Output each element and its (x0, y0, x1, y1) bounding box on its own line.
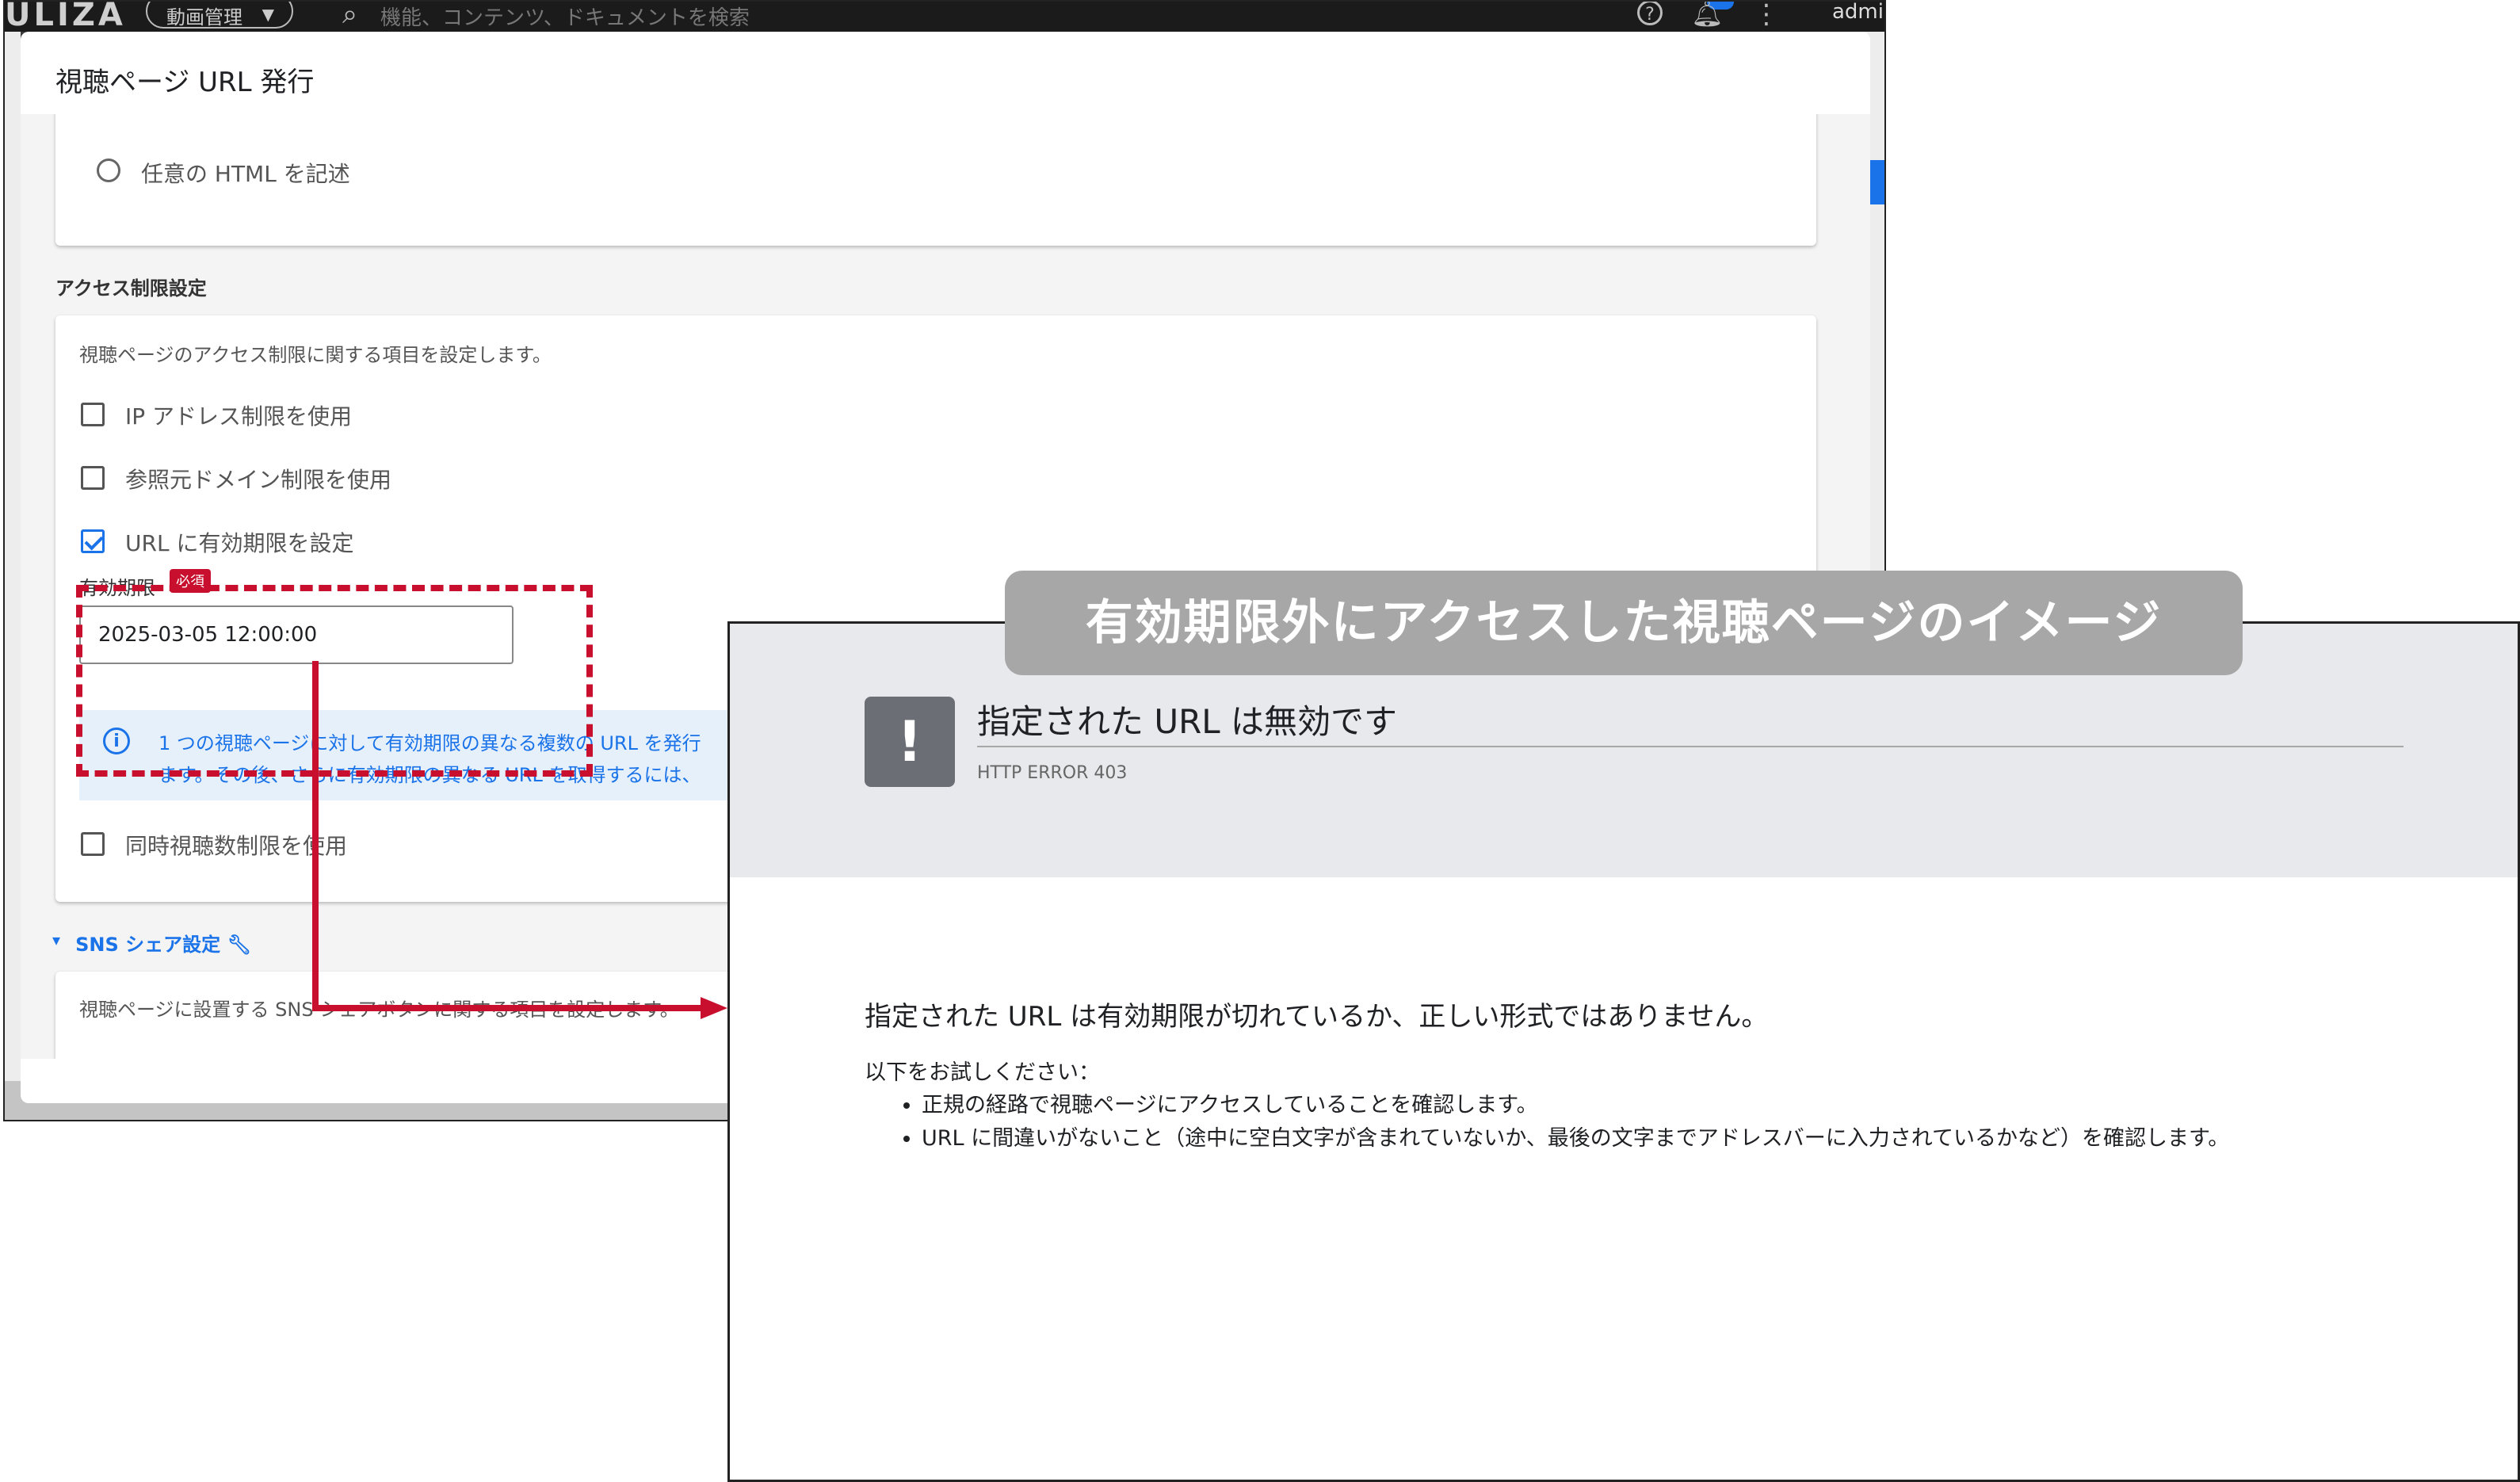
bell-icon[interactable]: 🔔︎ (1691, 2, 1724, 29)
error-page-preview: ! 指定された URL は無効です HTTP ERROR 403 指定された U… (727, 621, 2520, 1482)
uliza-logo: ULIZA (5, 0, 126, 33)
access-section-title: アクセス制限設定 (55, 277, 207, 300)
sns-section-toggle[interactable]: SNS シェア設定 🔧︎ (55, 929, 251, 957)
background-left-panel (5, 32, 21, 1120)
more-vert-icon[interactable]: ⋮ (1753, 2, 1780, 30)
user-menu[interactable]: admin (1832, 2, 1884, 24)
referer-restriction-label: 参照元ドメイン制限を使用 (125, 467, 392, 493)
concurrent-restriction-checkbox[interactable] (81, 832, 105, 856)
global-search-input[interactable]: 機能、コンテンツ、ドキュメントを検索 (380, 2, 750, 31)
highlight-box (76, 585, 593, 777)
sns-heading-label: SNS シェア設定 (75, 934, 221, 956)
custom-html-label: 任意の HTML を記述 (141, 161, 350, 187)
concurrent-restriction-label: 同時視聴数制限を使用 (125, 833, 348, 859)
list-item: URL に間違いがないこと（途中に空白文字が含まれていないか、最後の文字までアド… (922, 1125, 2229, 1153)
module-menu-dropdown[interactable]: 動画管理 ▼ (146, 2, 293, 29)
url-expiry-label: URL に有効期限を設定 (125, 530, 354, 556)
error-code: HTTP ERROR 403 (977, 763, 1128, 783)
exclamation-icon: ! (865, 697, 955, 787)
wrench-icon: 🔧︎ (227, 934, 251, 956)
error-divider (977, 746, 2404, 747)
module-menu-label: 動画管理 (166, 6, 242, 29)
error-suggestions: 正規の経路で視聴ページにアクセスしていることを確認します。 URL に間違いがな… (896, 1091, 2229, 1158)
url-expiry-checkbox[interactable] (81, 529, 105, 553)
chevron-down-icon: ▼ (262, 5, 274, 24)
dialog-title: 視聴ページ URL 発行 (55, 67, 315, 98)
help-icon[interactable]: ? (1637, 2, 1663, 25)
html-options-card: 任意の HTML を記述 (55, 114, 1816, 246)
error-message: 指定された URL は有効期限が切れているか、正しい形式ではありません。 (865, 1001, 1769, 1033)
ip-restriction-label: IP アドレス制限を使用 (125, 403, 353, 430)
sns-description: 視聴ページに設置する SNS シェアボタンに関する項目を設定します。 (79, 999, 679, 1021)
custom-html-radio[interactable] (97, 159, 120, 182)
top-bar: ULIZA 動画管理 ▼ ⌕ 機能、コンテンツ、ドキュメントを検索 ? 🔔︎ ⋮… (5, 0, 1884, 33)
callout-label: 有効期限外にアクセスした視聴ページのイメージ (1005, 571, 2243, 675)
search-icon: ⌕ (342, 0, 358, 30)
error-title: 指定された URL は無効です (977, 702, 1398, 741)
access-description: 視聴ページのアクセス制限に関する項目を設定します。 (79, 344, 552, 366)
error-try-label: 以下をお試しください： (865, 1060, 1100, 1085)
ip-restriction-checkbox[interactable] (81, 403, 105, 426)
list-item: 正規の経路で視聴ページにアクセスしていることを確認します。 (922, 1091, 2229, 1120)
referer-restriction-checkbox[interactable] (81, 466, 105, 490)
